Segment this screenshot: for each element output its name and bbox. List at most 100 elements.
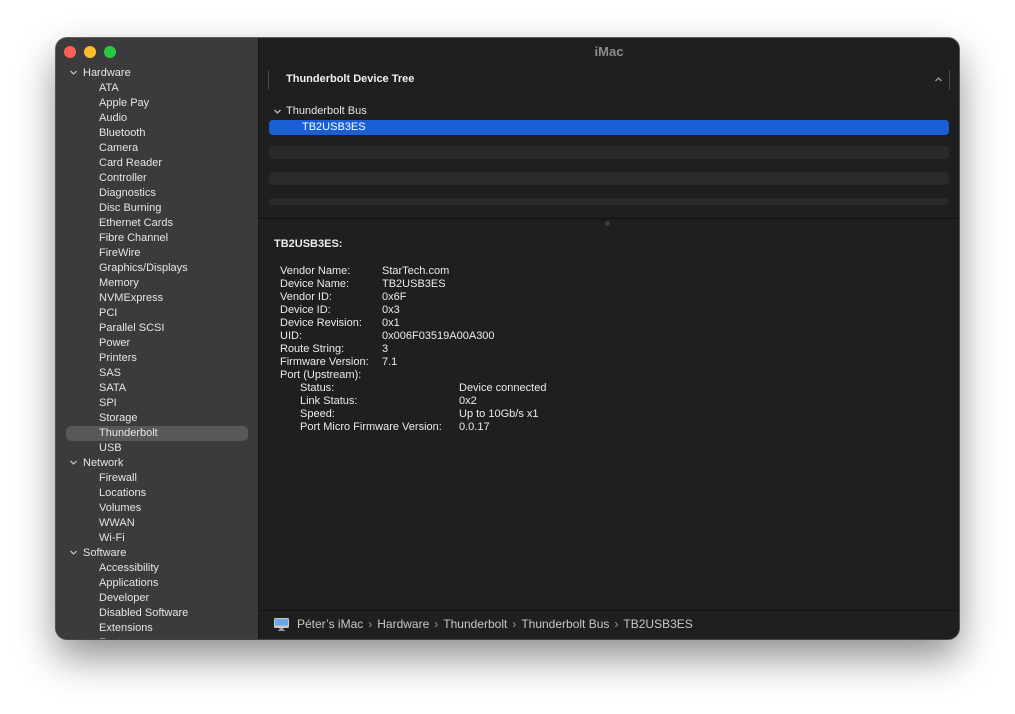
sidebar-group-software[interactable]: Software <box>56 546 258 561</box>
main-panel: iMac Thunderbolt Device Tree Thunderbolt… <box>259 38 959 639</box>
sidebar-item-audio[interactable]: Audio <box>56 111 258 126</box>
breadcrumb-separator: › <box>434 617 439 631</box>
sidebar-item-memory[interactable]: Memory <box>56 276 258 291</box>
chevron-up-icon[interactable] <box>934 75 943 84</box>
property-value: 0x3 <box>382 304 400 316</box>
property-value: Up to 10Gb/s x1 <box>459 408 539 420</box>
sidebar-group-network[interactable]: Network <box>56 456 258 471</box>
sidebar-group-hardware[interactable]: Hardware <box>56 66 258 81</box>
sidebar-item-card-reader[interactable]: Card Reader <box>56 156 258 171</box>
sidebar-item-firewall[interactable]: Firewall <box>56 471 258 486</box>
device-tree-header[interactable]: Thunderbolt Device Tree <box>268 70 950 90</box>
property-row: Route String: 3 <box>274 343 949 356</box>
property-row: Device ID: 0x3 <box>274 304 949 317</box>
sidebar-item-camera[interactable]: Camera <box>56 141 258 156</box>
sidebar-item-locations[interactable]: Locations <box>56 486 258 501</box>
property-row: Speed: Up to 10Gb/s x1 <box>274 408 949 421</box>
sidebar-group-label: Hardware <box>83 67 131 79</box>
device-tree-header-label: Thunderbolt Device Tree <box>286 73 415 85</box>
tree-row-selected-device[interactable]: TB2USB3ES <box>269 120 949 135</box>
property-row: Device Name: TB2USB3ES <box>274 278 949 291</box>
sidebar-item-spi[interactable]: SPI <box>56 396 258 411</box>
property-key: Speed: <box>300 408 335 420</box>
sidebar-item-bluetooth[interactable]: Bluetooth <box>56 126 258 141</box>
sidebar-item-sata[interactable]: SATA <box>56 381 258 396</box>
device-tree: Thunderbolt Bus TB2USB3ES <box>269 104 949 205</box>
property-key: Firmware Version: <box>280 356 369 368</box>
breadcrumb-separator: › <box>614 617 619 631</box>
sidebar-item-extensions[interactable]: Extensions <box>56 621 258 636</box>
empty-row <box>269 198 949 205</box>
breadcrumb-separator: › <box>368 617 373 631</box>
tree-row-label: Thunderbolt Bus <box>286 105 367 117</box>
property-key: Device Name: <box>280 278 350 290</box>
property-value: Device connected <box>459 382 547 394</box>
sidebar-item-sas[interactable]: SAS <box>56 366 258 381</box>
property-row: Status: Device connected <box>274 382 949 395</box>
property-key: Vendor ID: <box>280 291 332 303</box>
sidebar-item-diagnostics[interactable]: Diagnostics <box>56 186 258 201</box>
property-value: TB2USB3ES <box>382 278 446 290</box>
sidebar-item-firewire[interactable]: FireWire <box>56 246 258 261</box>
breadcrumb-item-thunderbolt[interactable]: Thunderbolt <box>443 611 507 638</box>
property-list: Vendor Name: StarTech.com Device Name: TB2U… <box>274 265 949 434</box>
property-row: Port Micro Firmware Version: 0.0.17 <box>274 421 949 434</box>
sidebar-item-nvmexpress[interactable]: NVMExpress <box>56 291 258 306</box>
breadcrumb: Péter’s iMac › Hardware › Thunderbolt › Thunde… <box>274 611 693 638</box>
sidebar-tree: Hardware ATA Apple Pay Audio Bluetooth Camera… <box>56 66 258 639</box>
chevron-down-icon[interactable] <box>69 548 78 557</box>
property-value: 0x006F03519A00A300 <box>382 330 495 342</box>
sidebar-item-ethernet-cards[interactable]: Ethernet Cards <box>56 216 258 231</box>
sidebar-item-storage[interactable]: Storage <box>56 411 258 426</box>
property-key: Device ID: <box>280 304 331 316</box>
sidebar-item-graphics-displays[interactable]: Graphics/Displays <box>56 261 258 276</box>
empty-row <box>269 146 949 159</box>
sidebar-item-wwan[interactable]: WWAN <box>56 516 258 531</box>
sidebar-item-parallel-scsi[interactable]: Parallel SCSI <box>56 321 258 336</box>
property-row: UID: 0x006F03519A00A300 <box>274 330 949 343</box>
property-row: Vendor Name: StarTech.com <box>274 265 949 278</box>
sidebar-item-wi-fi[interactable]: Wi-Fi <box>56 531 258 546</box>
split-handle[interactable] <box>605 221 610 226</box>
property-key: Port (Upstream): <box>280 369 362 381</box>
property-key: Link Status: <box>300 395 358 407</box>
chevron-down-icon[interactable] <box>273 107 282 116</box>
breadcrumb-item-p-ter-s-imac[interactable]: Péter’s iMac <box>297 611 363 638</box>
sidebar-item-fibre-channel[interactable]: Fibre Channel <box>56 231 258 246</box>
minimize-button[interactable] <box>84 46 96 58</box>
property-value: 0x2 <box>459 395 477 407</box>
tree-row-label: TB2USB3ES <box>302 121 366 133</box>
sidebar-item-ata[interactable]: ATA <box>56 81 258 96</box>
path-bar: Péter’s iMac › Hardware › Thunderbolt › Thunde… <box>259 610 959 639</box>
zoom-button[interactable] <box>104 46 116 58</box>
sidebar-item-fonts[interactable]: Fonts <box>56 636 258 639</box>
chevron-down-icon[interactable] <box>69 458 78 467</box>
property-key: Device Revision: <box>280 317 362 329</box>
sidebar-item-pci[interactable]: PCI <box>56 306 258 321</box>
sidebar-item-developer[interactable]: Developer <box>56 591 258 606</box>
sidebar-item-usb[interactable]: USB <box>56 441 258 456</box>
breadcrumb-item-hardware[interactable]: Hardware <box>377 611 429 638</box>
tree-row-thunderbolt-bus[interactable]: Thunderbolt Bus <box>269 104 949 119</box>
sidebar-item-applications[interactable]: Applications <box>56 576 258 591</box>
sidebar-item-printers[interactable]: Printers <box>56 351 258 366</box>
property-row: Port (Upstream): <box>274 369 949 382</box>
property-value: 0.0.17 <box>459 421 490 433</box>
sidebar-item-disc-burning[interactable]: Disc Burning <box>56 201 258 216</box>
sidebar-group-label: Network <box>83 457 124 469</box>
window-title: iMac <box>594 44 624 59</box>
breadcrumb-item-thunderbolt-bus[interactable]: Thunderbolt Bus <box>521 611 609 638</box>
sidebar-item-controller[interactable]: Controller <box>56 171 258 186</box>
sidebar-item-volumes[interactable]: Volumes <box>56 501 258 516</box>
close-button[interactable] <box>64 46 76 58</box>
property-key: Route String: <box>280 343 345 355</box>
sidebar-item-disabled-software[interactable]: Disabled Software <box>56 606 258 621</box>
breadcrumb-item-tb2usb3es[interactable]: TB2USB3ES <box>623 611 692 638</box>
sidebar-item-apple-pay[interactable]: Apple Pay <box>56 96 258 111</box>
sidebar-item-accessibility[interactable]: Accessibility <box>56 561 258 576</box>
chevron-down-icon[interactable] <box>69 68 78 77</box>
property-row: Link Status: 0x2 <box>274 395 949 408</box>
split-divider[interactable] <box>259 218 959 219</box>
sidebar-item-power[interactable]: Power <box>56 336 258 351</box>
sidebar-item-thunderbolt[interactable]: Thunderbolt <box>66 426 248 441</box>
